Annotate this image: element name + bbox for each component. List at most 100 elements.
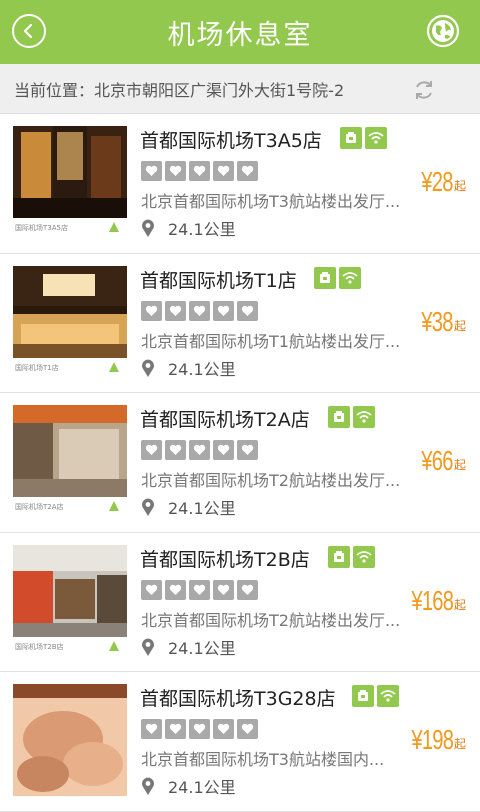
price-tag: ¥28 起 xyxy=(409,166,466,198)
price-tag: ¥66 起 xyxy=(409,445,466,477)
price-unit: 起 xyxy=(453,179,466,193)
heart-icon xyxy=(237,300,258,321)
heart-icon xyxy=(237,161,258,181)
distance-row: 24.1公里 xyxy=(140,495,236,519)
lounge-list: 国际机场T3A5店 首都国际机场T3A5店 北京首都国际机场T3航站楼出发厅..… xyxy=(0,114,480,812)
price-tag: ¥198 起 xyxy=(395,724,466,756)
heart-icon xyxy=(165,719,186,739)
rating-hearts xyxy=(141,161,258,181)
lounge-thumbnail xyxy=(13,684,127,796)
wifi-icon xyxy=(353,545,375,568)
heart-icon xyxy=(141,300,162,321)
price-value: ¥198 xyxy=(411,724,454,755)
wifi-icon xyxy=(339,266,361,289)
heart-icon xyxy=(189,579,210,600)
globe-icon xyxy=(426,14,460,48)
brand-logo-icon xyxy=(109,222,119,232)
price-unit: 起 xyxy=(453,597,466,612)
wifi-icon xyxy=(365,127,387,149)
phone-icon xyxy=(340,127,362,149)
price-unit: 起 xyxy=(453,458,466,472)
heart-icon xyxy=(213,440,234,460)
app-header: 机场休息室 xyxy=(0,0,480,64)
list-item[interactable]: 首都国际机场T3G28店 北京首都国际机场T3航站楼国内... 24.1公里 ¥… xyxy=(0,672,480,812)
lounge-address: 北京首都国际机场T2航站楼出发厅... xyxy=(141,471,401,490)
distance-text: 24.1公里 xyxy=(168,778,236,797)
rating-hearts xyxy=(141,440,258,460)
price-tag: ¥168 起 xyxy=(395,585,466,617)
heart-icon xyxy=(141,161,162,181)
location-pin-icon xyxy=(142,219,154,237)
heart-icon xyxy=(189,300,210,321)
lounge-thumbnail: 国际机场T2A店 xyxy=(13,405,127,517)
list-item[interactable]: 国际机场T1店 首都国际机场T1店 北京首都国际机场T1航站楼出发厅... 24… xyxy=(0,253,480,393)
heart-icon xyxy=(165,161,186,181)
current-location-bar: 当前位置：北京市朝阳区广渠门外大街1号院-2 xyxy=(0,64,480,114)
lounge-name: 首都国际机场T2B店 xyxy=(140,548,310,571)
lounge-address: 北京首都国际机场T3航站楼国内... xyxy=(141,750,385,769)
heart-icon xyxy=(165,440,186,460)
distance-row: 24.1公里 xyxy=(140,774,236,798)
location-pin-icon xyxy=(142,777,154,795)
distance-row: 24.1公里 xyxy=(140,635,236,659)
phone-icon xyxy=(328,545,350,568)
wifi-icon xyxy=(353,406,375,428)
rating-hearts xyxy=(141,579,258,600)
lounge-name: 首都国际机场T2A店 xyxy=(140,409,310,431)
thumbnail-image xyxy=(13,684,127,796)
price-value: ¥168 xyxy=(411,584,454,616)
location-pin-icon xyxy=(142,359,154,377)
heart-icon xyxy=(165,300,186,321)
location-pin-icon xyxy=(142,498,154,516)
heart-icon xyxy=(237,440,258,460)
globe-button[interactable] xyxy=(426,14,460,48)
heart-icon xyxy=(165,579,186,600)
heart-icon xyxy=(213,579,234,600)
price-unit: 起 xyxy=(453,737,466,751)
lounge-address: 北京首都国际机场T2航站楼出发厅... xyxy=(141,610,401,630)
heart-icon xyxy=(189,440,210,460)
lounge-name: 首都国际机场T3A5店 xyxy=(140,130,322,152)
price-value: ¥28 xyxy=(421,166,454,197)
lounge-name: 首都国际机场T3G28店 xyxy=(140,688,336,710)
lounge-address: 北京首都国际机场T3航站楼出发厅... xyxy=(141,192,401,211)
phone-icon xyxy=(328,406,350,428)
lounge-name: 首都国际机场T1店 xyxy=(140,269,297,292)
distance-text: 24.1公里 xyxy=(168,499,236,518)
lounge-thumbnail: 国际机场T3A5店 xyxy=(13,126,127,238)
heart-icon xyxy=(189,719,210,739)
back-button[interactable] xyxy=(12,14,46,48)
list-item[interactable]: 国际机场T2B店 首都国际机场T2B店 北京首都国际机场T2航站楼出发厅... … xyxy=(0,532,480,672)
distance-text: 24.1公里 xyxy=(168,359,236,379)
location-pin-icon xyxy=(142,638,154,656)
lounge-address: 北京首都国际机场T1航站楼出发厅... xyxy=(141,331,401,351)
price-tag: ¥38 起 xyxy=(409,306,466,338)
distance-text: 24.1公里 xyxy=(168,638,236,658)
list-item[interactable]: 国际机场T3A5店 首都国际机场T3A5店 北京首都国际机场T3航站楼出发厅..… xyxy=(0,114,480,254)
wifi-icon xyxy=(377,685,399,707)
heart-icon xyxy=(213,161,234,181)
brand-logo-icon xyxy=(109,501,119,511)
phone-icon xyxy=(352,685,374,707)
phone-icon xyxy=(314,266,336,289)
heart-icon xyxy=(141,579,162,600)
back-arrow-icon xyxy=(23,23,33,39)
price-value: ¥66 xyxy=(421,445,454,476)
page-title: 机场休息室 xyxy=(167,19,313,51)
heart-icon xyxy=(189,161,210,181)
price-value: ¥38 xyxy=(421,305,454,337)
lounge-thumbnail: 国际机场T1店 xyxy=(13,265,127,378)
heart-icon xyxy=(141,719,162,739)
heart-icon xyxy=(213,300,234,321)
rating-hearts xyxy=(141,719,258,739)
price-unit: 起 xyxy=(453,318,466,333)
distance-text: 24.1公里 xyxy=(168,220,236,239)
current-location-text: 当前位置：北京市朝阳区广渠门外大街1号院-2 xyxy=(14,80,345,100)
heart-icon xyxy=(237,579,258,600)
heart-icon xyxy=(213,719,234,739)
heart-icon xyxy=(237,719,258,739)
refresh-icon[interactable] xyxy=(412,78,436,102)
lounge-thumbnail: 国际机场T2B店 xyxy=(13,544,127,657)
brand-logo-icon xyxy=(109,640,119,651)
list-item[interactable]: 国际机场T2A店 首都国际机场T2A店 北京首都国际机场T2航站楼出发厅... … xyxy=(0,393,480,533)
